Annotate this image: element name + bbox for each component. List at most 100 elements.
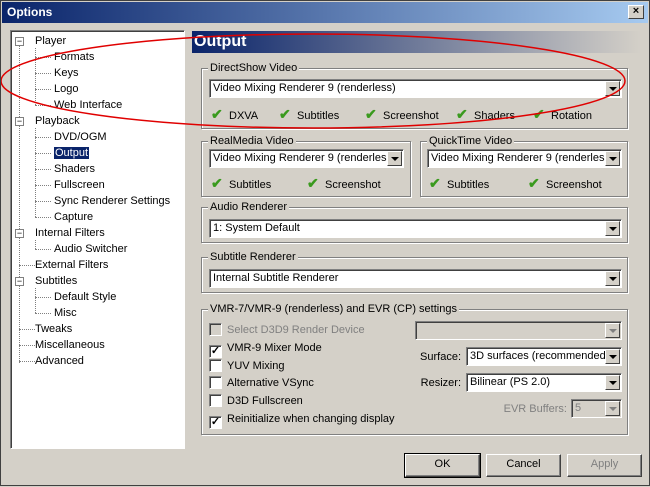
tree-line <box>19 345 35 346</box>
quicktime-renderer-select[interactable]: Video Mixing Renderer 9 (renderless) <box>427 149 622 168</box>
tree-line <box>35 240 36 249</box>
check-icon: ✔ <box>533 106 545 122</box>
directshow-renderer-select[interactable]: Video Mixing Renderer 9 (renderless) <box>209 79 622 98</box>
d3d-fullscreen-checkbox[interactable]: D3D Fullscreen <box>209 394 303 410</box>
chevron-down-icon[interactable] <box>605 81 620 96</box>
checkbox-box[interactable]: ✓ <box>209 416 222 429</box>
directshow-label: DirectShow Video <box>208 61 300 75</box>
tree-item-default-style[interactable]: Default Style <box>54 290 116 305</box>
collapse-icon[interactable]: − <box>15 229 24 238</box>
options-tree[interactable]: − − − − Player Formats Keys Logo Web Int… <box>10 30 185 449</box>
chevron-down-icon[interactable] <box>605 151 620 166</box>
checkbox-box[interactable] <box>209 359 222 372</box>
vmr-settings-label: VMR-7/VMR-9 (renderless) and EVR (CP) se… <box>208 302 459 316</box>
tree-item-external-filters[interactable]: External Filters <box>35 258 108 273</box>
page-title: Output <box>192 31 641 53</box>
collapse-icon[interactable]: − <box>15 117 24 126</box>
tree-line <box>35 105 51 106</box>
checkbox-box[interactable] <box>209 323 222 336</box>
check-icon: ✔ <box>211 175 223 191</box>
collapse-icon[interactable]: − <box>15 37 24 46</box>
chevron-down-icon[interactable] <box>387 151 402 166</box>
tree-line <box>35 201 51 202</box>
tree-item-capture[interactable]: Capture <box>54 210 93 225</box>
tree-item-sync-renderer-settings[interactable]: Sync Renderer Settings <box>54 194 170 209</box>
tree-item-audio-switcher[interactable]: Audio Switcher <box>54 242 127 257</box>
check-icon: ✔ <box>365 106 377 122</box>
realmedia-feature-subtitles: ✔ Subtitles <box>211 175 272 191</box>
tree-line <box>35 57 51 58</box>
ok-button[interactable]: OK <box>404 453 481 478</box>
tree-item-miscellaneous[interactable]: Miscellaneous <box>35 338 105 353</box>
window-title: Options <box>7 5 53 19</box>
apply-button[interactable]: Apply <box>567 454 642 477</box>
feature-rotation: ✔ Rotation <box>533 106 592 122</box>
tree-item-internal-filters[interactable]: Internal Filters <box>35 226 105 241</box>
tree-line <box>35 249 51 250</box>
tree-line <box>35 288 36 313</box>
audio-renderer-label: Audio Renderer <box>208 200 290 214</box>
title-bar: Options × <box>2 2 648 23</box>
collapse-icon[interactable]: − <box>15 277 24 286</box>
alternative-vsync-checkbox[interactable]: Alternative VSync <box>209 376 314 392</box>
tree-line <box>35 153 51 154</box>
checkbox-box[interactable] <box>209 394 222 407</box>
chevron-down-icon[interactable] <box>605 271 620 286</box>
tree-item-web-interface[interactable]: Web Interface <box>54 98 122 113</box>
tree-line <box>35 128 36 217</box>
chevron-down-icon[interactable] <box>605 323 620 338</box>
feature-dxva: ✔ DXVA <box>211 106 259 122</box>
select-d3d9-device-checkbox[interactable]: Select D3D9 Render Device <box>209 323 365 339</box>
evr-buffers-label: EVR Buffers: <box>503 403 567 415</box>
reinitialize-display-checkbox[interactable]: ✓ Reinitialize when changing display <box>209 412 395 429</box>
feature-subtitles: ✔ Subtitles <box>279 106 340 122</box>
tree-item-playback[interactable]: Playback <box>35 114 80 129</box>
tree-item-fullscreen[interactable]: Fullscreen <box>54 178 105 193</box>
surface-select[interactable]: 3D surfaces (recommended) <box>466 347 622 366</box>
vmr9-mixer-mode-checkbox[interactable]: ✓ VMR-9 Mixer Mode <box>209 341 322 358</box>
tree-item-formats[interactable]: Formats <box>54 50 94 65</box>
tree-item-dvd-ogm[interactable]: DVD/OGM <box>54 130 107 145</box>
cancel-button[interactable]: Cancel <box>486 454 561 477</box>
tree-line <box>19 361 35 362</box>
tree-line <box>19 265 35 266</box>
tree-item-tweaks[interactable]: Tweaks <box>35 322 72 337</box>
audio-renderer-select[interactable]: 1: System Default <box>209 219 622 238</box>
check-icon: ✔ <box>279 106 291 122</box>
subtitle-renderer-label: Subtitle Renderer <box>208 250 298 264</box>
tree-item-advanced[interactable]: Advanced <box>35 354 84 369</box>
chevron-down-icon[interactable] <box>605 221 620 236</box>
tree-item-logo[interactable]: Logo <box>54 82 78 97</box>
resizer-select[interactable]: Bilinear (PS 2.0) <box>466 373 622 392</box>
d3d9-device-select[interactable] <box>415 321 622 340</box>
evr-buffers-select[interactable]: 5 <box>571 399 622 418</box>
tree-line <box>35 89 51 90</box>
realmedia-feature-screenshot: ✔ Screenshot <box>307 175 381 191</box>
tree-item-player[interactable]: Player <box>35 34 66 49</box>
quicktime-label: QuickTime Video <box>427 134 515 148</box>
close-icon[interactable]: × <box>628 5 644 19</box>
realmedia-renderer-select[interactable]: Video Mixing Renderer 9 (renderless) <box>209 149 404 168</box>
tree-item-subtitles[interactable]: Subtitles <box>35 274 77 289</box>
checkbox-box[interactable]: ✓ <box>209 345 222 358</box>
chevron-down-icon[interactable] <box>605 401 620 416</box>
subtitle-renderer-select[interactable]: Internal Subtitle Renderer <box>209 269 622 288</box>
tree-line <box>35 185 51 186</box>
tree-item-keys[interactable]: Keys <box>54 66 78 81</box>
checkbox-box[interactable] <box>209 376 222 389</box>
chevron-down-icon[interactable] <box>605 375 620 390</box>
tree-item-misc[interactable]: Misc <box>54 306 77 321</box>
tree-line <box>35 137 51 138</box>
realmedia-label: RealMedia Video <box>208 134 296 148</box>
check-icon: ✔ <box>429 175 441 191</box>
yuv-mixing-checkbox[interactable]: YUV Mixing <box>209 359 284 375</box>
check-icon: ✔ <box>211 106 223 122</box>
check-icon: ✔ <box>307 175 319 191</box>
chevron-down-icon[interactable] <box>605 349 620 364</box>
options-window: Options × − − − − Player Formats Keys Lo… <box>0 0 650 486</box>
tree-line <box>35 313 51 314</box>
feature-shaders: ✔ Shaders <box>456 106 515 122</box>
tree-item-shaders[interactable]: Shaders <box>54 162 95 177</box>
tree-item-output[interactable]: Output <box>54 146 90 161</box>
quicktime-feature-screenshot: ✔ Screenshot <box>528 175 602 191</box>
